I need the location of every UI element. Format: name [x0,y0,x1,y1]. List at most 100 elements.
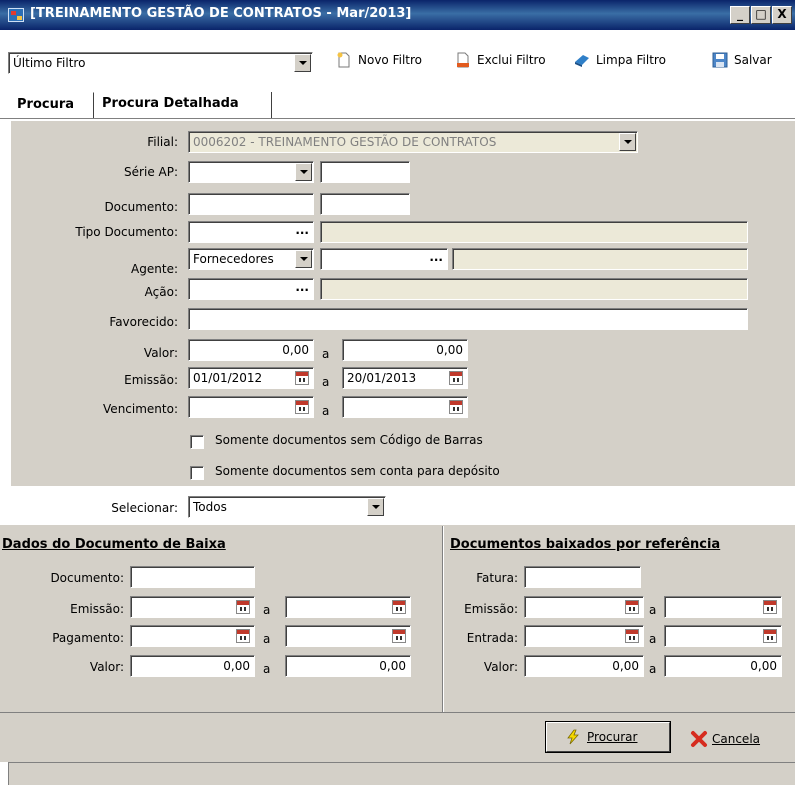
referencia-emissao-label: Emissão: [464,602,518,616]
referencia-valor-label: Valor: [483,660,518,674]
calendar-icon[interactable] [236,600,250,614]
documento-secondary-field[interactable] [320,193,410,215]
calendar-icon[interactable] [295,400,309,414]
sem-conta-deposito-checkbox[interactable] [190,466,204,480]
referencia-valor-from[interactable]: 0,00 [524,655,644,677]
acao-field[interactable]: ... [188,278,314,300]
baixa-emissao-from[interactable] [130,596,255,618]
exclui-filtro-button[interactable]: Exclui Filtro [455,52,565,72]
calendar-icon[interactable] [449,371,463,385]
referencia-entrada-label: Entrada: [466,631,518,645]
floppy-disk-icon [712,52,728,68]
maximize-button[interactable]: □ [751,6,771,24]
referencia-valor-to[interactable]: 0,00 [664,655,782,677]
vencimento-to-field[interactable] [342,396,468,418]
referencia-section-title: Documentos baixados por referência [450,537,721,552]
title-bar: [TREINAMENTO GESTÃO DE CONTRATOS - Mar/2… [0,0,795,30]
calendar-icon[interactable] [763,629,777,643]
lightning-icon [567,729,579,745]
cancela-button[interactable]: Cancela [690,728,790,752]
filter-combo-value: Último Filtro [13,56,86,70]
salvar-label: Salvar [734,53,772,67]
referencia-emissao-to[interactable] [664,596,782,618]
tab-strip-line [0,118,795,119]
baixa-valor-label: Valor: [89,660,124,674]
cancela-label: Cancela [712,732,761,746]
baixa-pagamento-to[interactable] [285,625,411,647]
chevron-down-icon[interactable] [294,54,311,72]
tab-procura[interactable]: Procura [10,92,94,118]
lookup-ellipsis-button[interactable]: ... [295,223,309,237]
documento-field[interactable] [188,193,314,215]
novo-filtro-button[interactable]: Novo Filtro [336,52,446,72]
red-x-icon [691,731,707,747]
emissao-to-value: 20/01/2013 [347,371,417,385]
baixa-pagamento-from[interactable] [130,625,255,647]
novo-filtro-label: Novo Filtro [358,53,422,67]
vencimento-range-sep: a [322,404,330,418]
tab-procura-detalhada[interactable]: Procura Detalhada [96,92,272,118]
calendar-icon[interactable] [625,600,639,614]
agente-code-field[interactable]: ... [320,248,448,270]
chevron-down-icon[interactable] [295,250,312,268]
calendar-icon[interactable] [392,629,406,643]
calendar-icon[interactable] [295,371,309,385]
sem-conta-deposito-label[interactable]: Somente documentos sem conta para depósi… [215,464,500,478]
salvar-button[interactable]: Salvar [712,52,792,72]
procurar-button[interactable]: Procurar [545,721,671,753]
emissao-from-field[interactable]: 01/01/2012 [188,367,314,389]
baixa-section-title: Dados do Documento de Baixa [2,537,226,552]
selecionar-combo[interactable]: Todos [188,496,386,518]
agente-label: Agente: [131,262,178,276]
calendar-icon[interactable] [763,600,777,614]
tab-procura-label: Procura [17,97,75,112]
sem-codigo-barras-label[interactable]: Somente documentos sem Código de Barras [215,433,483,447]
baixa-valor-from[interactable]: 0,00 [130,655,255,677]
tipo-documento-label: Tipo Documento: [75,225,178,239]
serie-ap-combo[interactable] [188,161,314,183]
baixa-pagamento-label: Pagamento: [52,631,124,645]
serie-ap-secondary-field[interactable] [320,161,410,183]
referencia-entrada-to[interactable] [664,625,782,647]
emissao-range-sep: a [322,375,330,389]
chevron-down-icon[interactable] [367,498,384,516]
baixa-valor-to-value: 0,00 [379,659,406,673]
referencia-entrada-from[interactable] [524,625,644,647]
calendar-icon[interactable] [236,629,250,643]
valor-to-value: 0,00 [436,343,463,357]
valor-from-field[interactable]: 0,00 [188,339,314,361]
vencimento-from-field[interactable] [188,396,314,418]
chevron-down-icon[interactable] [619,133,636,151]
limpa-filtro-button[interactable]: Limpa Filtro [574,52,684,72]
tipo-documento-field[interactable]: ... [188,221,314,243]
section-divider [442,526,443,712]
baixa-emissao-to[interactable] [285,596,411,618]
lookup-ellipsis-button[interactable]: ... [429,250,443,264]
calendar-icon[interactable] [392,600,406,614]
calendar-icon[interactable] [449,400,463,414]
minimize-button[interactable]: _ [730,6,750,24]
lookup-ellipsis-button[interactable]: ... [295,280,309,294]
eraser-icon [575,55,589,67]
filter-combo[interactable]: Último Filtro [8,52,313,74]
valor-from-value: 0,00 [282,343,309,357]
filial-combo[interactable]: 0006202 - TREINAMENTO GESTÃO DE CONTRATO… [188,131,638,153]
baixa-valor-to[interactable]: 0,00 [285,655,411,677]
chevron-down-icon[interactable] [295,163,312,181]
sem-codigo-barras-checkbox[interactable] [190,435,204,449]
favorecido-field[interactable] [188,308,748,330]
emissao-to-field[interactable]: 20/01/2013 [342,367,468,389]
baixa-documento-label: Documento: [50,571,124,585]
baixa-emissao-sep: a [263,603,271,617]
referencia-emissao-from[interactable] [524,596,644,618]
acao-description [320,278,748,300]
close-button[interactable]: X [772,6,792,24]
calendar-icon[interactable] [625,629,639,643]
filial-value: 0006202 - TREINAMENTO GESTÃO DE CONTRATO… [193,135,497,149]
agente-combo[interactable]: Fornecedores [188,248,314,270]
vencimento-label: Vencimento: [103,402,178,416]
valor-to-field[interactable]: 0,00 [342,339,468,361]
referencia-fatura-field[interactable] [524,566,641,588]
agente-description [452,248,748,270]
baixa-documento-field[interactable] [130,566,255,588]
